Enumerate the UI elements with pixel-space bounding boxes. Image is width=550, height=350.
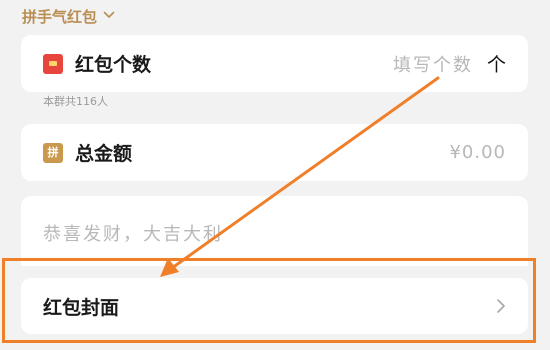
- pin-icon: 拼: [43, 143, 63, 163]
- total-amount-card[interactable]: 拼 总金额 ¥0.00: [21, 124, 528, 181]
- packet-count-input-area[interactable]: 填写个数 个: [393, 50, 506, 77]
- packet-type-selector[interactable]: 拼手气红包: [22, 5, 115, 27]
- red-packet-form: 拼手气红包 红包个数 填写个数 个 本群共116人 拼 总金额 ¥0.00 恭喜…: [0, 0, 550, 350]
- packet-count-unit: 个: [487, 50, 506, 77]
- group-member-hint: 本群共116人: [43, 93, 108, 109]
- packet-count-card[interactable]: 红包个数 填写个数 个: [21, 35, 528, 92]
- total-amount-label: 总金额: [75, 139, 132, 166]
- packet-type-label: 拼手气红包: [22, 6, 97, 27]
- red-packet-icon: [43, 54, 63, 74]
- packet-count-input[interactable]: 填写个数: [393, 51, 473, 77]
- total-amount-row[interactable]: 拼 总金额 ¥0.00: [21, 124, 528, 181]
- chevron-down-icon: [103, 9, 115, 21]
- packet-count-row[interactable]: 红包个数 填写个数 个: [21, 35, 528, 92]
- greeting-input[interactable]: 恭喜发财，大吉大利: [21, 196, 528, 246]
- cover-label: 红包封面: [43, 293, 119, 320]
- total-amount-input-area[interactable]: ¥0.00: [449, 142, 506, 163]
- cover-row[interactable]: 红包封面: [21, 278, 528, 334]
- total-amount-input[interactable]: ¥0.00: [449, 142, 506, 163]
- cover-card[interactable]: 红包封面: [21, 278, 528, 334]
- chevron-right-icon: [496, 298, 506, 314]
- greeting-card[interactable]: 恭喜发财，大吉大利: [21, 196, 528, 266]
- packet-count-label: 红包个数: [75, 50, 151, 77]
